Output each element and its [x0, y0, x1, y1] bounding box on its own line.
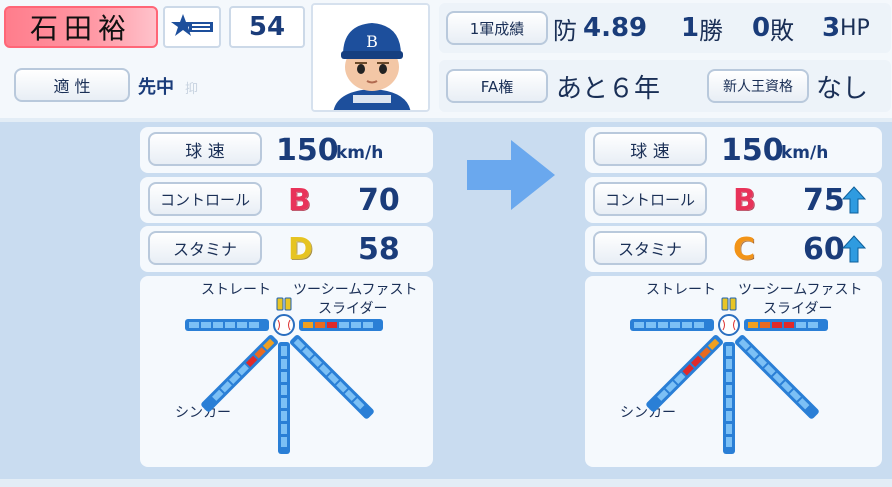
baseball-icon [273, 314, 295, 336]
aptitude-label: 適 性 [14, 68, 130, 102]
player-name: 石田裕 [4, 6, 158, 48]
left-arm [185, 319, 269, 331]
slider-arm [744, 319, 828, 331]
control-value: 70 [358, 182, 400, 218]
losses-suffix: 敗 [770, 16, 794, 45]
pitch-diagram-before [185, 297, 383, 454]
stamina-grade: D [288, 231, 313, 267]
wins-suffix: 勝 [699, 16, 723, 45]
baseball-icon [718, 314, 740, 336]
holds-value: 3 [822, 13, 841, 43]
rookie-value: なし [816, 73, 869, 104]
two-seam-marker [276, 297, 292, 311]
up-arrow-icon [842, 186, 866, 214]
up-arrow-icon [842, 235, 866, 263]
slider-arm [299, 319, 383, 331]
sinker-arm [201, 335, 278, 412]
fa-label: FA権 [446, 69, 548, 103]
stamina-label-after: スタミナ [593, 231, 707, 265]
velocity-unit: km/h [336, 143, 384, 163]
velocity-value-after: 150 [721, 132, 784, 168]
pitch-diagram-after [630, 297, 828, 454]
aptitude-value: 先中 [138, 77, 174, 98]
losses-value: 0 [752, 13, 771, 43]
fork-arm [278, 342, 290, 454]
velocity-label: 球 速 [148, 132, 262, 166]
two-seam-marker [721, 297, 737, 311]
curve-arm [289, 334, 374, 419]
fa-value: あと６年 [556, 73, 661, 104]
aptitude-faded: 抑 [185, 81, 199, 97]
holds-suffix: HP [840, 15, 870, 41]
velocity-label-after: 球 速 [593, 132, 707, 166]
svg-text:B: B [366, 32, 378, 51]
velocity-value: 150 [276, 132, 339, 168]
wins-value: 1 [681, 13, 700, 43]
stamina-grade-after: C [733, 231, 756, 267]
team-logo-icon [163, 6, 221, 48]
stamina-label: スタミナ [148, 231, 262, 265]
sinker-arm [646, 335, 723, 412]
right-arrow-icon [467, 140, 555, 210]
control-grade-after: B [733, 182, 756, 218]
control-value-after: 75 [803, 182, 845, 218]
fork-arm [723, 342, 735, 454]
control-label: コントロール [148, 182, 262, 216]
first-team-label: 1軍成績 [446, 11, 548, 45]
curve-arm [735, 334, 819, 419]
control-grade: B [288, 182, 311, 218]
left-arm [630, 319, 714, 331]
player-portrait: B [311, 3, 430, 112]
rookie-label: 新人王資格 [707, 69, 809, 103]
stamina-value: 58 [358, 231, 400, 267]
stamina-value-after: 60 [803, 231, 845, 267]
era-prefix: 防 [553, 16, 577, 45]
control-label-after: コントロール [593, 182, 707, 216]
velocity-unit-after: km/h [781, 143, 829, 163]
era-value: 4.89 [583, 13, 648, 43]
uniform-number: 54 [229, 6, 305, 48]
